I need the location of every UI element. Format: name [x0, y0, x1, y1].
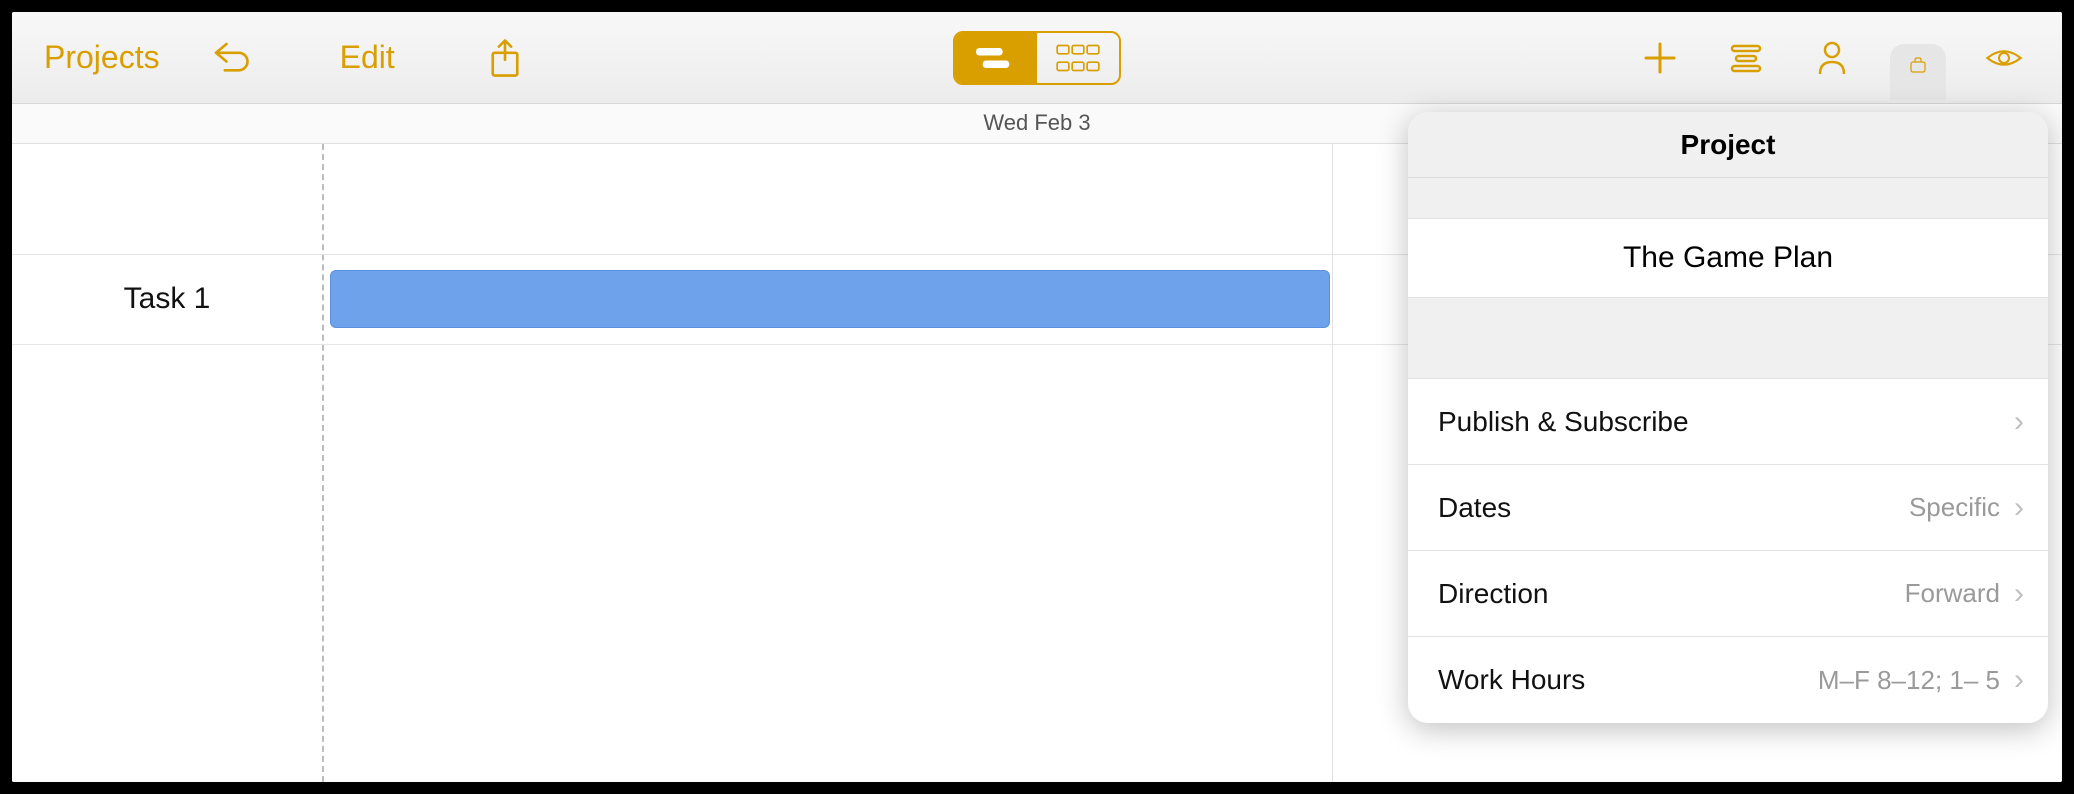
chevron-right-icon: ›	[2014, 577, 2024, 611]
toolbar-left: Projects Edit	[32, 30, 533, 86]
task-name-label[interactable]: Task 1	[12, 282, 322, 316]
add-button[interactable]	[1632, 30, 1688, 86]
toolbar-right	[1632, 30, 2032, 86]
edit-button[interactable]: Edit	[328, 33, 407, 82]
row-value: Forward	[1905, 578, 2000, 609]
chevron-right-icon: ›	[2014, 405, 2024, 439]
gantt-view-button[interactable]	[955, 33, 1037, 83]
row-value: Specific	[1909, 492, 2000, 523]
date-label: Wed Feb 3	[983, 110, 1090, 136]
task-column-divider	[322, 144, 324, 782]
eye-icon	[1984, 38, 2024, 78]
briefcase-icon	[1908, 45, 1928, 85]
popover-title: Project	[1408, 112, 2048, 178]
project-name-field[interactable]: The Game Plan	[1408, 218, 2048, 298]
share-button[interactable]	[477, 30, 533, 86]
popover-settings-list: Publish & Subscribe › Dates Specific › D…	[1408, 378, 2048, 723]
row-label: Work Hours	[1438, 664, 1818, 696]
gantt-icon	[971, 41, 1021, 75]
project-inspector-popover: Project The Game Plan Publish & Subscrib…	[1408, 112, 2048, 723]
row-label: Direction	[1438, 578, 1905, 610]
resources-inspector-button[interactable]	[1804, 30, 1860, 86]
row-label: Publish & Subscribe	[1438, 406, 2000, 438]
direction-row[interactable]: Direction Forward ›	[1408, 551, 2048, 637]
app-window: Projects Edit	[12, 12, 2062, 782]
row-label: Dates	[1438, 492, 1909, 524]
tasks-icon	[1726, 38, 1766, 78]
projects-button[interactable]: Projects	[32, 33, 172, 82]
dates-row[interactable]: Dates Specific ›	[1408, 465, 2048, 551]
toolbar: Projects Edit	[12, 12, 2062, 104]
tasks-inspector-button[interactable]	[1718, 30, 1774, 86]
chevron-right-icon: ›	[2014, 491, 2024, 525]
row-value: M–F 8–12; 1– 5	[1818, 665, 2000, 696]
chevron-right-icon: ›	[2014, 663, 2024, 697]
task-bar[interactable]	[330, 270, 1330, 328]
network-view-button[interactable]	[1037, 33, 1119, 83]
popover-spacer	[1408, 178, 2048, 218]
popover-spacer	[1408, 298, 2048, 378]
project-inspector-button[interactable]	[1890, 44, 1946, 100]
share-icon	[484, 37, 526, 79]
undo-button[interactable]	[202, 30, 258, 86]
view-mode-segment	[953, 31, 1121, 85]
view-options-button[interactable]	[1976, 30, 2032, 86]
work-hours-row[interactable]: Work Hours M–F 8–12; 1– 5 ›	[1408, 637, 2048, 723]
publish-subscribe-row[interactable]: Publish & Subscribe ›	[1408, 379, 2048, 465]
undo-icon	[209, 37, 251, 79]
plus-icon	[1640, 38, 1680, 78]
popover-arrow	[1868, 112, 1908, 116]
day-divider	[1332, 144, 1333, 782]
network-icon	[1053, 41, 1103, 75]
person-icon	[1812, 38, 1852, 78]
